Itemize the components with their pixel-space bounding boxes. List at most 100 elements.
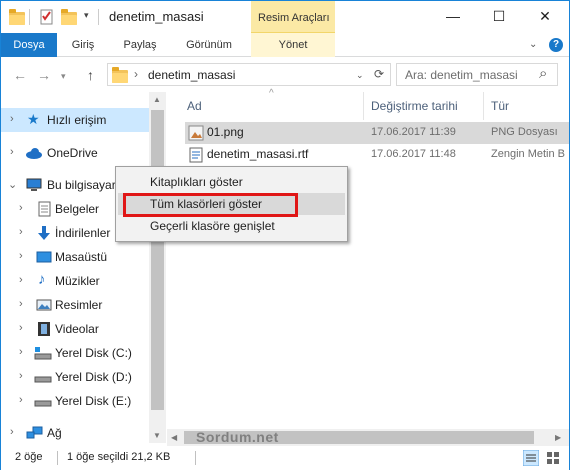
sidebar-item-label: Yerel Disk (C:)	[55, 346, 132, 360]
search-icon[interactable]: ⌕	[539, 65, 547, 82]
folder-icon	[9, 9, 25, 25]
tab-home[interactable]: Giriş	[59, 33, 107, 57]
chevron-right-icon[interactable]: ›	[19, 250, 23, 262]
chevron-right-icon[interactable]: ›	[10, 426, 14, 438]
documents-icon	[36, 201, 52, 217]
music-icon: ♪	[38, 271, 46, 288]
close-button[interactable]: ✕	[522, 1, 568, 31]
column-header-date[interactable]: Değiştirme tarihi	[371, 99, 458, 113]
menu-item-show-libraries[interactable]: Kitaplıkları göster	[118, 171, 345, 193]
folder-icon	[112, 67, 128, 83]
sidebar-item-label: Müzikler	[55, 274, 100, 288]
sidebar-item-label: Resimler	[55, 298, 103, 312]
new-folder-icon[interactable]	[61, 9, 77, 25]
file-date: 17.06.2017 11:39	[371, 126, 456, 138]
file-type: PNG Dosyası	[491, 126, 558, 138]
drive-c-icon	[34, 345, 52, 361]
file-name[interactable]: 01.png	[207, 125, 244, 139]
menu-item-label: Kitaplıkları göster	[150, 175, 243, 189]
chevron-right-icon[interactable]: ›	[19, 298, 23, 310]
maximize-button[interactable]: ☐	[476, 1, 522, 31]
scroll-up-icon[interactable]: ▲	[153, 95, 161, 104]
sidebar-item-network[interactable]: › Ağ	[1, 421, 149, 445]
address-dropdown-icon[interactable]: ⌄	[356, 70, 364, 81]
chevron-right-icon[interactable]: ›	[19, 370, 23, 382]
file-type: Zengin Metin B	[491, 148, 565, 160]
sidebar-item-label: Yerel Disk (E:)	[55, 394, 132, 408]
scroll-down-icon[interactable]: ▼	[153, 431, 161, 440]
sidebar-item-videos[interactable]: › Videolar	[1, 317, 149, 341]
chevron-right-icon[interactable]: ›	[19, 202, 23, 214]
sidebar-item-drive-c[interactable]: › Yerel Disk (C:)	[1, 341, 149, 365]
search-input[interactable]: Ara: denetim_masasi ⌕	[396, 63, 558, 86]
expand-ribbon-icon[interactable]: ⌄	[529, 39, 537, 50]
column-divider[interactable]	[483, 92, 484, 120]
chevron-down-icon[interactable]: ⌄	[8, 178, 17, 191]
cloud-icon	[25, 145, 42, 161]
chevron-right-icon[interactable]: ›	[19, 394, 23, 406]
sidebar-item-onedrive[interactable]: › OneDrive	[1, 141, 149, 165]
sidebar-item-quick-access[interactable]: › ★ Hızlı erişim	[1, 108, 149, 132]
large-icons-view-icon[interactable]	[545, 450, 561, 466]
help-icon[interactable]: ?	[549, 38, 563, 52]
chevron-right-icon[interactable]: ›	[19, 274, 23, 286]
chevron-right-icon[interactable]: ›	[19, 346, 23, 358]
table-row[interactable]: denetim_masasi.rtf 17.06.2017 11:48 Zeng…	[185, 144, 569, 166]
scrollbar-thumb[interactable]	[151, 110, 164, 410]
sort-ascending-icon: ^	[269, 88, 274, 99]
drive-icon	[34, 369, 52, 385]
sidebar-item-drive-d[interactable]: › Yerel Disk (D:)	[1, 365, 149, 389]
divider	[98, 9, 99, 25]
scroll-left-icon[interactable]: ◀	[171, 433, 177, 442]
selection-info: 1 öğe seçildi 21,2 KB	[67, 451, 171, 463]
chevron-right-icon[interactable]: ›	[10, 113, 14, 125]
sidebar-item-desktop[interactable]: › Masaüstü	[1, 245, 149, 269]
window-title: denetim_masasi	[109, 9, 204, 24]
chevron-right-icon[interactable]: ›	[19, 322, 23, 334]
image-file-icon	[188, 125, 204, 144]
details-view-icon[interactable]	[522, 449, 540, 467]
file-name[interactable]: denetim_masasi.rtf	[207, 147, 308, 161]
sidebar-item-music[interactable]: › ♪ Müzikler	[1, 269, 149, 293]
tab-view[interactable]: Görünüm	[173, 33, 245, 57]
chevron-right-icon[interactable]: ›	[10, 146, 14, 158]
up-arrow-icon[interactable]: ↑	[87, 67, 94, 83]
tab-file[interactable]: Dosya	[1, 33, 57, 57]
divider	[29, 9, 30, 25]
menu-item-expand-to-current-folder[interactable]: Geçerli klasöre genişlet	[118, 215, 345, 237]
column-header-type[interactable]: Tür	[491, 99, 509, 113]
navigation-pane: › ★ Hızlı erişim › OneDrive ⌄ Bu bilgisa…	[1, 92, 149, 443]
title-bar: ▾ denetim_masasi Resim Araçları — ☐ ✕	[1, 1, 569, 33]
divider	[195, 451, 196, 465]
tab-manage[interactable]: Yönet	[251, 33, 335, 57]
contextual-tab-group-label: Resim Araçları	[258, 12, 330, 24]
address-path[interactable]: denetim_masasi	[148, 68, 235, 82]
table-row[interactable]: 01.png 17.06.2017 11:39 PNG Dosyası	[185, 122, 569, 144]
column-divider[interactable]	[363, 92, 364, 120]
back-arrow-icon[interactable]: ←	[13, 67, 27, 83]
sidebar-item-drive-e[interactable]: › Yerel Disk (E:)	[1, 389, 149, 413]
sidebar-item-label: Masaüstü	[55, 250, 108, 264]
tab-share[interactable]: Paylaş	[111, 33, 169, 57]
breadcrumb-chevron-icon[interactable]: ›	[134, 67, 138, 81]
column-header-name[interactable]: Ad	[187, 99, 202, 113]
status-bar: 2 öğe 1 öğe seçildi 21,2 KB	[1, 446, 569, 470]
recent-locations-icon[interactable]: ▾	[61, 71, 66, 82]
scroll-right-icon[interactable]: ▶	[555, 433, 561, 442]
minimize-button[interactable]: —	[430, 1, 476, 31]
sidebar-item-label: Yerel Disk (D:)	[55, 370, 132, 384]
item-count: 2 öğe	[15, 451, 43, 463]
desktop-icon	[36, 249, 52, 265]
chevron-right-icon[interactable]: ›	[19, 226, 23, 238]
pictures-icon	[36, 297, 52, 313]
computer-icon	[26, 177, 42, 193]
forward-arrow-icon[interactable]: →	[37, 67, 51, 83]
file-date: 17.06.2017 11:48	[371, 148, 456, 160]
refresh-icon[interactable]: ⟳	[374, 67, 384, 81]
customize-toolbar-icon[interactable]: ▾	[84, 10, 89, 21]
address-bar[interactable]: › denetim_masasi ⌄ ⟳	[107, 63, 391, 86]
sidebar-item-pictures[interactable]: › Resimler	[1, 293, 149, 317]
properties-icon[interactable]	[39, 9, 55, 25]
navigation-scrollbar[interactable]: ▲ ▼	[149, 92, 166, 443]
videos-icon	[36, 321, 52, 337]
